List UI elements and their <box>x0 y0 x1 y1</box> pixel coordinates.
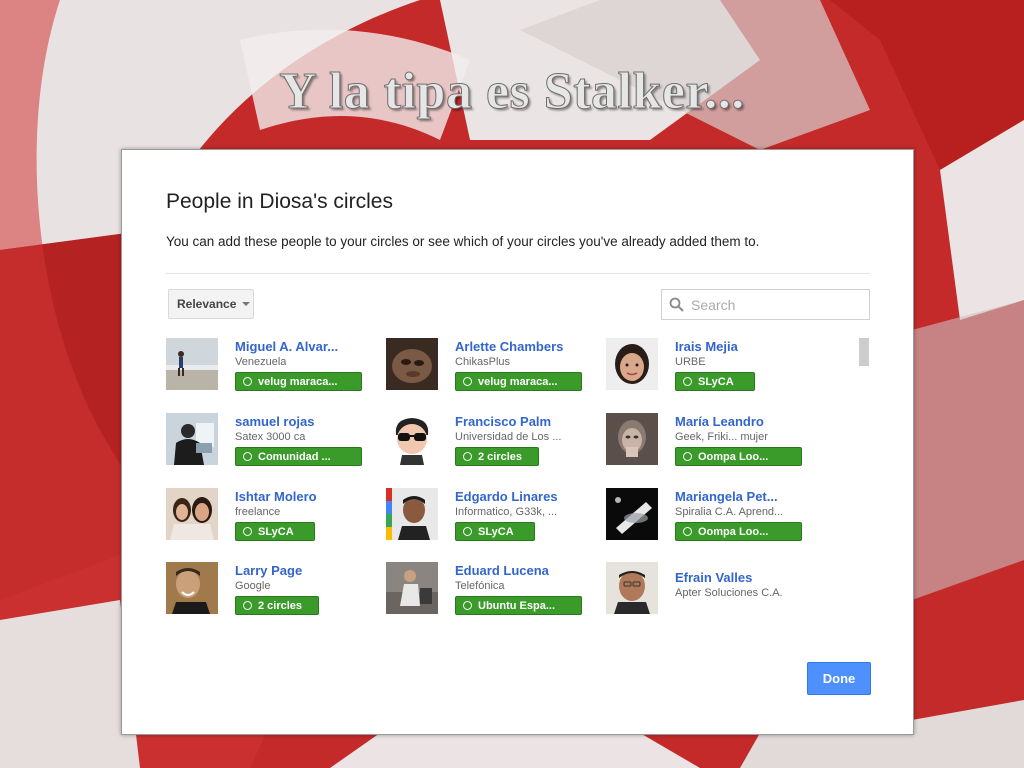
dialog-description: You can add these people to your circles… <box>166 234 760 249</box>
circles-dialog: People in Diosa's circles You can add th… <box>121 149 914 735</box>
circle-icon <box>683 452 692 461</box>
avatar[interactable] <box>386 413 438 465</box>
avatar[interactable] <box>386 562 438 614</box>
person-card: Ishtar Molero freelance SLyCA <box>166 488 371 544</box>
circle-button[interactable]: velug maraca... <box>455 372 582 391</box>
circle-button[interactable]: 2 circles <box>235 596 319 615</box>
dialog-title: People in Diosa's circles <box>166 190 393 213</box>
chevron-down-icon <box>242 302 251 306</box>
circle-label: SLyCA <box>478 525 514 538</box>
circle-button[interactable]: Oompa Loo... <box>675 522 802 541</box>
slide-title: Y la tipa es Stalker... <box>279 63 745 121</box>
person-info: Geek, Friki... mujer <box>675 431 768 443</box>
person-name[interactable]: Ishtar Molero <box>235 489 317 504</box>
circle-icon <box>243 452 252 461</box>
circle-button[interactable]: Oompa Loo... <box>675 447 802 466</box>
circle-icon <box>463 601 472 610</box>
person-name[interactable]: Irais Mejia <box>675 339 738 354</box>
person-card: Larry Page Google 2 circles <box>166 562 371 618</box>
person-name[interactable]: Efrain Valles <box>675 570 752 585</box>
done-button[interactable]: Done <box>807 662 871 695</box>
person-info: URBE <box>675 356 706 368</box>
person-info: freelance <box>235 506 281 518</box>
person-name[interactable]: Eduard Lucena <box>455 563 549 578</box>
person-name[interactable]: Mariangela Pet... <box>675 489 778 504</box>
search-box[interactable] <box>661 289 870 320</box>
divider <box>166 273 870 274</box>
sort-dropdown-label: Relevance <box>177 297 237 311</box>
circle-label: 2 circles <box>258 599 303 612</box>
circle-label: velug maraca... <box>258 375 338 388</box>
circle-label: Comunidad ... <box>258 450 331 463</box>
avatar[interactable] <box>166 338 218 390</box>
avatar[interactable] <box>166 413 218 465</box>
person-info: ChikasPlus <box>455 356 511 368</box>
person-card: Irais Mejia URBE SLyCA <box>606 338 811 394</box>
circle-icon <box>463 377 472 386</box>
circle-icon <box>243 601 252 610</box>
circle-button[interactable]: SLyCA <box>455 522 535 541</box>
avatar[interactable] <box>606 413 658 465</box>
avatar[interactable] <box>606 488 658 540</box>
circle-icon <box>463 452 472 461</box>
sort-dropdown[interactable]: Relevance <box>168 289 254 319</box>
person-info: Universidad de Los ... <box>455 431 562 443</box>
circle-label: 2 circles <box>478 450 523 463</box>
person-card: Miguel A. Alvar... Venezuela velug marac… <box>166 338 371 394</box>
search-icon <box>669 297 684 312</box>
avatar[interactable] <box>166 488 218 540</box>
circle-label: SLyCA <box>698 375 734 388</box>
person-info: Spiralia C.A. Aprend... <box>675 506 784 518</box>
avatar[interactable] <box>606 562 658 614</box>
circle-icon <box>243 377 252 386</box>
circle-label: Oompa Loo... <box>698 450 769 463</box>
circle-icon <box>463 527 472 536</box>
person-info: Google <box>235 580 271 592</box>
person-name[interactable]: Miguel A. Alvar... <box>235 339 338 354</box>
person-info: Informatico, G33k, ... <box>455 506 558 518</box>
person-card: Efrain Valles Apter Soluciones C.A. <box>606 562 811 618</box>
person-info: Satex 3000 ca <box>235 431 306 443</box>
circle-button[interactable]: 2 circles <box>455 447 539 466</box>
circle-icon <box>683 527 692 536</box>
person-card: samuel rojas Satex 3000 ca Comunidad ... <box>166 413 371 469</box>
person-name[interactable]: Francisco Palm <box>455 414 551 429</box>
circle-button[interactable]: Ubuntu Espa... <box>455 596 582 615</box>
person-info: Venezuela <box>235 356 287 368</box>
person-info: Telefónica <box>455 580 505 592</box>
scrollbar-thumb[interactable] <box>859 338 869 366</box>
avatar[interactable] <box>606 338 658 390</box>
circle-label: Oompa Loo... <box>698 525 769 538</box>
circle-button[interactable]: Comunidad ... <box>235 447 362 466</box>
circle-label: SLyCA <box>258 525 294 538</box>
circle-icon <box>243 527 252 536</box>
search-input[interactable] <box>689 295 863 314</box>
avatar[interactable] <box>166 562 218 614</box>
person-card: Arlette Chambers ChikasPlus velug maraca… <box>386 338 591 394</box>
circle-icon <box>683 377 692 386</box>
person-info: Apter Soluciones C.A. <box>675 587 783 599</box>
person-name[interactable]: Edgardo Linares <box>455 489 558 504</box>
avatar[interactable] <box>386 338 438 390</box>
circle-button[interactable]: SLyCA <box>235 522 315 541</box>
person-card: Francisco Palm Universidad de Los ... 2 … <box>386 413 591 469</box>
person-card: María Leandro Geek, Friki... mujer Oompa… <box>606 413 811 469</box>
circle-label: Ubuntu Espa... <box>478 599 555 612</box>
circle-button[interactable]: velug maraca... <box>235 372 362 391</box>
person-name[interactable]: Arlette Chambers <box>455 339 563 354</box>
avatar[interactable] <box>386 488 438 540</box>
person-name[interactable]: Larry Page <box>235 563 302 578</box>
person-name[interactable]: María Leandro <box>675 414 764 429</box>
person-card: Eduard Lucena Telefónica Ubuntu Espa... <box>386 562 591 618</box>
person-card: Mariangela Pet... Spiralia C.A. Aprend..… <box>606 488 811 544</box>
person-name[interactable]: samuel rojas <box>235 414 315 429</box>
person-card: Edgardo Linares Informatico, G33k, ... S… <box>386 488 591 544</box>
circle-label: velug maraca... <box>478 375 558 388</box>
circle-button[interactable]: SLyCA <box>675 372 755 391</box>
